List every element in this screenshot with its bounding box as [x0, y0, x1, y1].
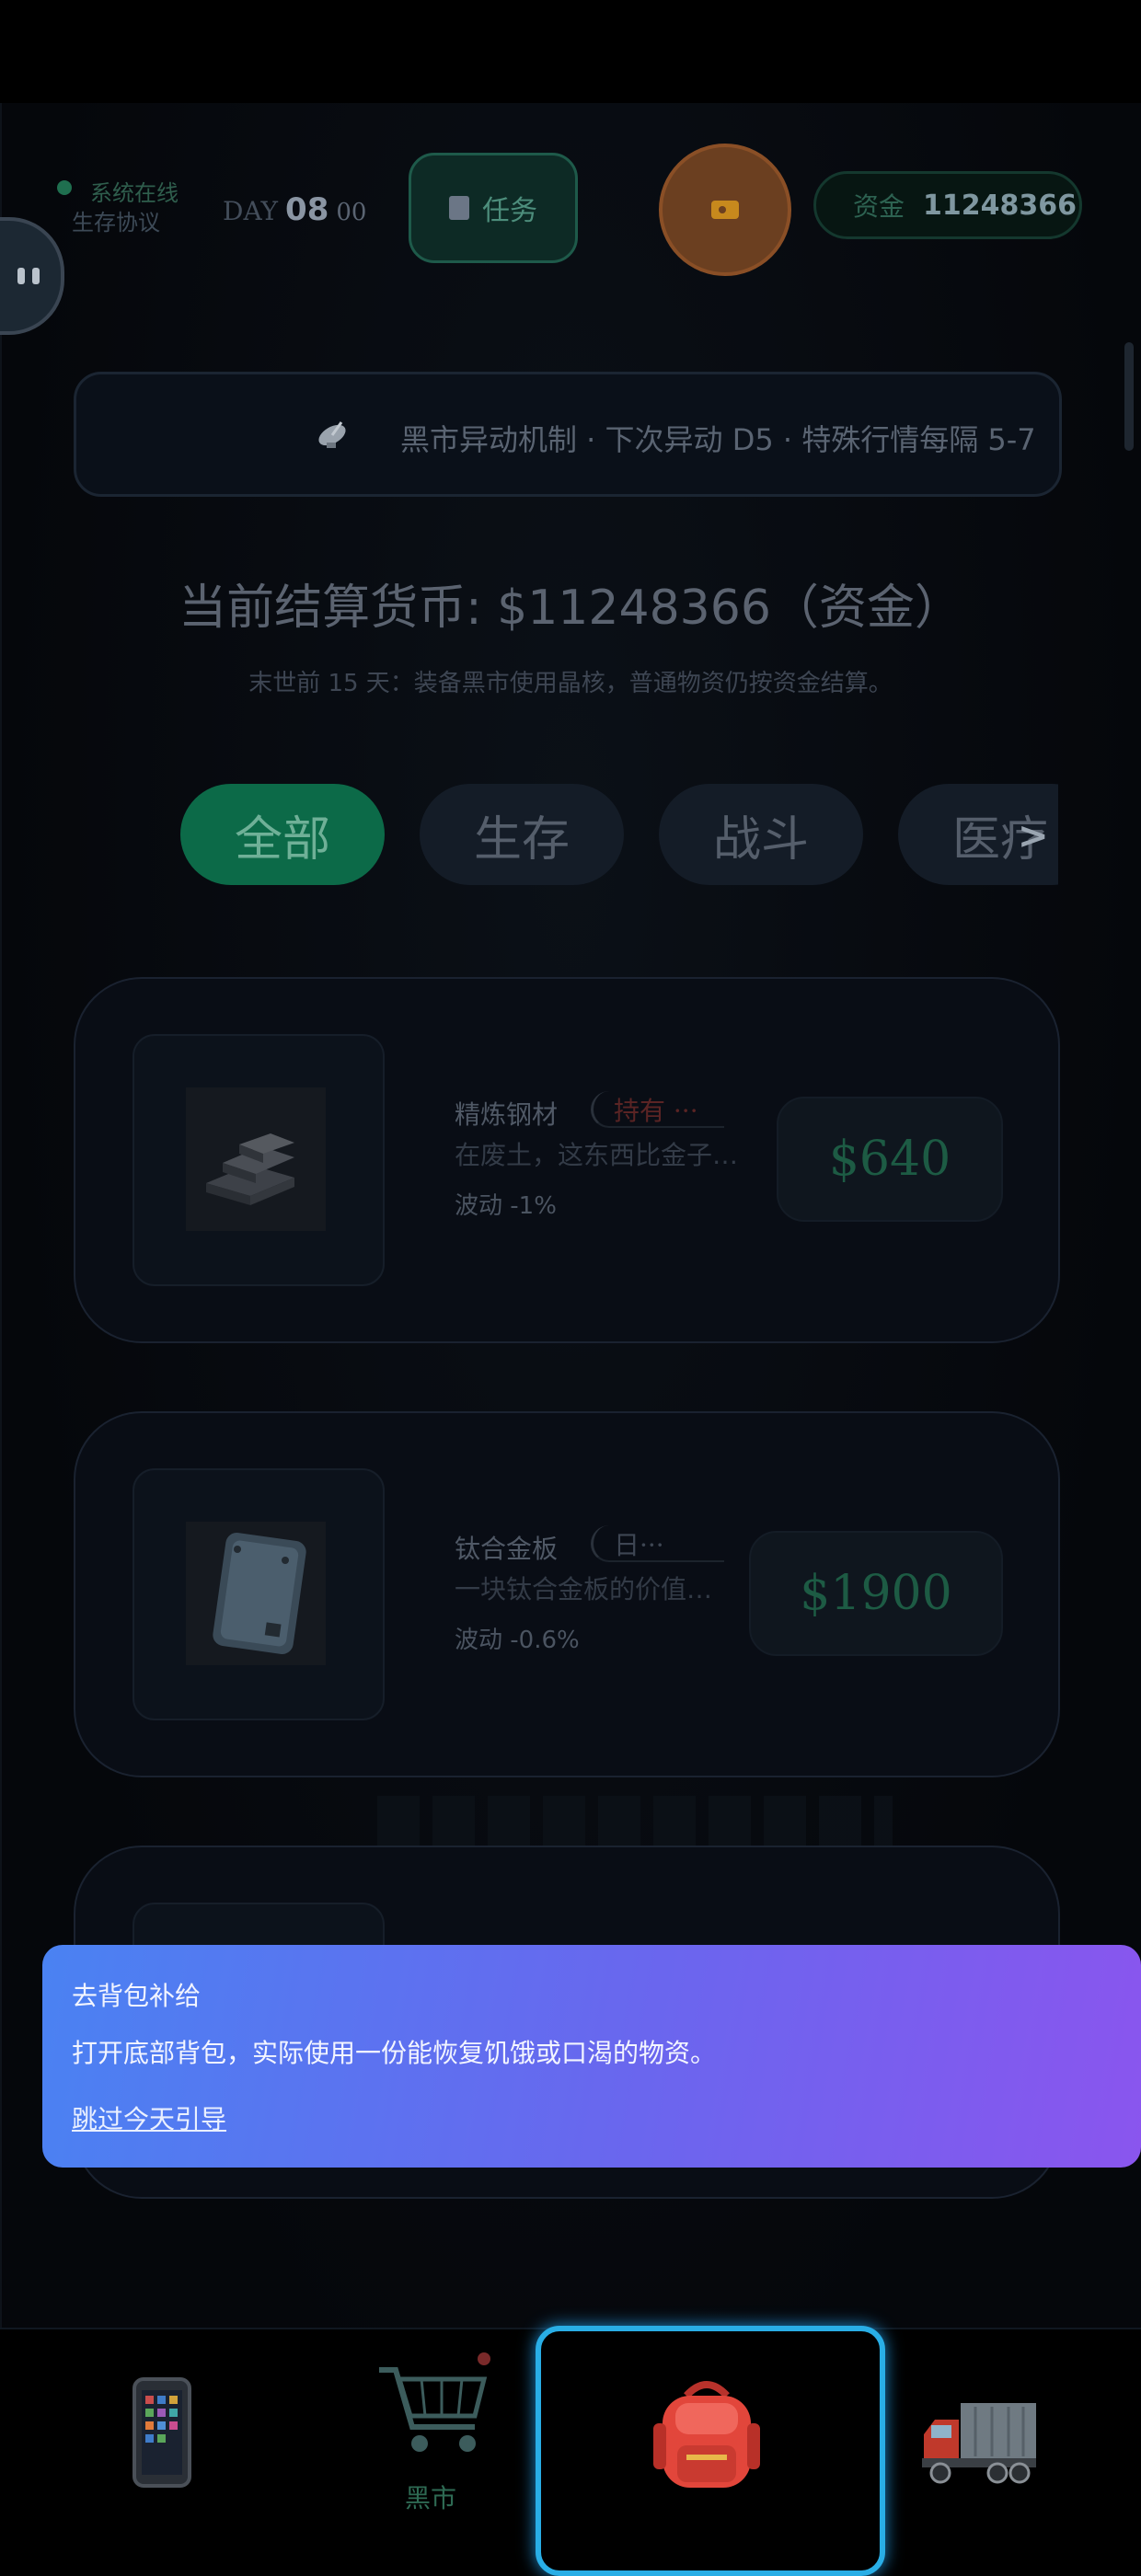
guide-body: 打开底部背包，实际使用一份能恢复饥饿或口渴的物资。 — [72, 2038, 717, 2068]
background-pattern — [377, 1796, 893, 1846]
nav-black-market[interactable] — [375, 2352, 495, 2462]
tab-all[interactable]: 全部 — [180, 784, 385, 885]
ticker-text: 黑市异动机制 · 下次异动 D5 · 特殊行情每隔 5-7 — [400, 422, 1036, 457]
scrollbar[interactable] — [1124, 342, 1134, 451]
nav-truck[interactable] — [920, 2398, 1038, 2486]
nav-backpack[interactable] — [536, 2326, 885, 2576]
market-ticker: 黑市异动机制 · 下次异动 D5 · 特殊行情每隔 5-7 — [74, 372, 1062, 497]
tabs-scroll-arrow[interactable]: > — [1018, 815, 1049, 857]
day-label: DAY — [223, 196, 279, 226]
backpack-icon — [653, 2381, 760, 2488]
funds-label: 资金 — [853, 191, 905, 222]
funds-value: 11248366 — [923, 189, 1078, 222]
steel-ingot-icon — [186, 1087, 326, 1231]
protocol-text: 生存协议 — [72, 210, 160, 236]
tab-survival[interactable]: 生存 — [420, 784, 624, 885]
product-tag: 日··· — [591, 1525, 724, 1562]
product-thumbnail — [133, 1034, 385, 1286]
cart-icon — [379, 2352, 490, 2452]
product-description: 在废土，这东西比金子… — [455, 1140, 739, 1170]
product-description: 一块钛合金板的价值… — [455, 1574, 713, 1604]
nav-phone[interactable] — [125, 2374, 199, 2493]
product-card[interactable]: 钛合金板 日··· 一块钛合金板的价值… 波动 -0.6% $1900 — [74, 1411, 1060, 1777]
buy-price-button[interactable]: $1900 — [749, 1531, 1003, 1656]
currency-notice: 末世前 15 天：装备黑市使用晶核，普通物资仍按资金结算。 — [248, 670, 893, 697]
category-tabs: 全部 生存 战斗 医疗 — [180, 784, 1058, 889]
funds-display: 资金 11248366 — [813, 171, 1082, 239]
day-hour: 00 — [336, 199, 367, 226]
radio-button[interactable] — [659, 144, 791, 276]
tab-combat[interactable]: 战斗 — [659, 784, 863, 885]
day-value: 08 — [285, 191, 329, 228]
system-status-text: 系统在线 — [90, 180, 179, 206]
product-thumbnail — [133, 1468, 385, 1720]
task-button[interactable]: 任务 — [409, 153, 578, 263]
product-name: 钛合金板 — [455, 1534, 559, 1564]
satellite-icon — [318, 421, 346, 448]
skip-guide-link[interactable]: 跳过今天引导 — [72, 2099, 226, 2136]
clipboard-icon — [449, 196, 469, 220]
product-volatility: 波动 -1% — [455, 1192, 557, 1220]
product-volatility: 波动 -0.6% — [455, 1627, 580, 1654]
online-status-dot — [57, 180, 72, 195]
currency-headline: 当前结算货币: $11248366（资金） — [179, 581, 962, 636]
guide-tooltip: 去背包补给 打开底部背包，实际使用一份能恢复饥饿或口渴的物资。 跳过今天引导 — [42, 1945, 1141, 2168]
phone-icon — [133, 2377, 191, 2488]
pause-icon-bar — [32, 268, 40, 284]
buy-price-button[interactable]: $640 — [777, 1097, 1003, 1222]
product-card[interactable]: 精炼钢材 持有 ··· 在废土，这东西比金子… 波动 -1% $640 — [74, 977, 1060, 1343]
task-button-label: 任务 — [482, 195, 537, 227]
product-name: 精炼钢材 — [455, 1099, 559, 1130]
truck-icon — [922, 2403, 1036, 2484]
product-tag: 持有 ··· — [591, 1091, 724, 1128]
titanium-plate-icon — [186, 1522, 326, 1665]
nav-black-market-label: 黑市 — [405, 2483, 457, 2513]
radio-icon — [711, 201, 739, 219]
guide-title: 去背包补给 — [72, 1981, 202, 2011]
pause-icon — [17, 268, 25, 284]
day-counter: DAY 08 00 — [223, 191, 366, 228]
